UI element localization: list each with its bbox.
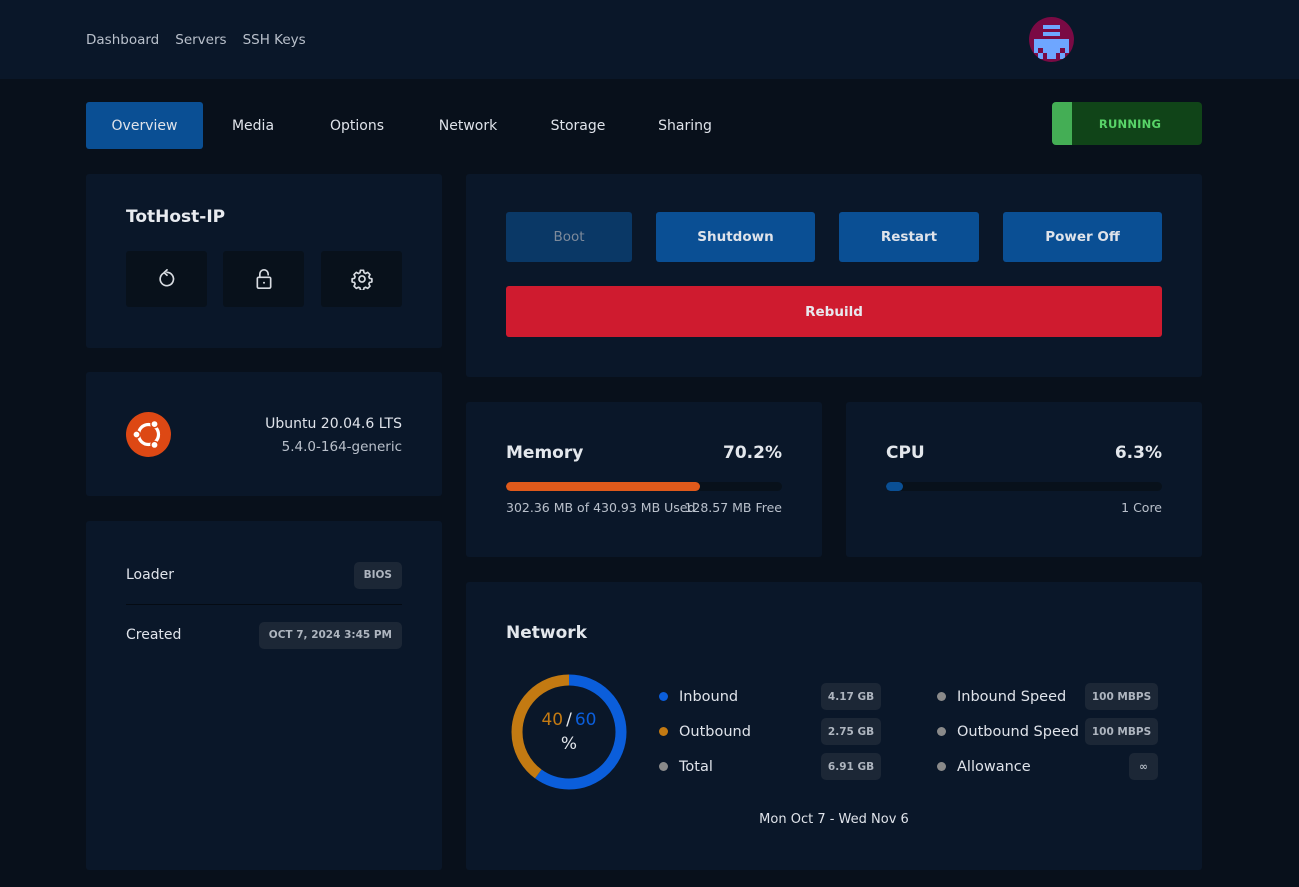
cpu-title: CPU bbox=[886, 443, 925, 463]
cpu-percent: 6.3% bbox=[1114, 443, 1162, 463]
outbound-value: 2.75 GB bbox=[821, 718, 881, 745]
user-avatar[interactable] bbox=[1029, 17, 1074, 62]
allowance-value: ∞ bbox=[1129, 753, 1158, 780]
inbound-speed-dot bbox=[937, 692, 946, 701]
legend-inbound: Inbound bbox=[659, 683, 738, 710]
gear-icon bbox=[350, 269, 373, 290]
loader-label: Loader bbox=[126, 567, 174, 583]
unlock-icon bbox=[256, 269, 271, 289]
cpu-card: CPU 6.3% 1 Core bbox=[846, 402, 1202, 557]
settings-button[interactable] bbox=[321, 251, 402, 307]
memory-free: 128.57 MB Free bbox=[684, 500, 782, 515]
outbound-speed-label: Outbound Speed bbox=[957, 723, 1080, 740]
inbound-value: 4.17 GB bbox=[821, 683, 881, 710]
tab-overview[interactable]: Overview bbox=[86, 102, 203, 149]
memory-progress-fill bbox=[506, 482, 700, 491]
info-row-loader: Loader BIOS bbox=[126, 545, 402, 605]
legend-allowance: Allowance bbox=[937, 753, 1031, 780]
pixel-invader-avatar-icon bbox=[1034, 25, 1069, 59]
status-indicator-bar bbox=[1052, 102, 1072, 145]
reinstall-button[interactable] bbox=[126, 251, 207, 307]
legend-outbound: Outbound bbox=[659, 718, 751, 745]
lock-button[interactable] bbox=[223, 251, 304, 307]
server-name: TotHost-IP bbox=[126, 207, 226, 227]
legend-total: Total bbox=[659, 753, 713, 780]
ubuntu-icon bbox=[126, 412, 171, 457]
allowance-dot bbox=[937, 762, 946, 771]
shutdown-button[interactable]: Shutdown bbox=[656, 212, 815, 262]
donut-inbound-pct: 60 bbox=[574, 710, 597, 730]
legend-outbound-speed: Outbound Speed bbox=[937, 718, 1079, 745]
info-row-created: Created OCT 7, 2024 3:45 PM bbox=[126, 605, 402, 665]
memory-percent: 70.2% bbox=[723, 443, 782, 463]
server-card: TotHost-IP bbox=[86, 174, 442, 348]
tab-network[interactable]: Network bbox=[411, 102, 525, 149]
restart-button[interactable]: Restart bbox=[839, 212, 979, 262]
memory-title: Memory bbox=[506, 443, 584, 463]
nav-ssh-keys[interactable]: SSH Keys bbox=[243, 32, 306, 48]
memory-used: 302.36 MB of 430.93 MB Used bbox=[506, 500, 696, 515]
network-title: Network bbox=[506, 623, 587, 643]
server-tabs: Overview Media Options Network Storage S… bbox=[86, 102, 739, 149]
os-kernel: 5.4.0-164-generic bbox=[281, 439, 402, 455]
cpu-progress-fill bbox=[886, 482, 904, 491]
status-badge: RUNNING bbox=[1052, 102, 1202, 145]
donut-center-label: 40/60 % bbox=[510, 673, 628, 791]
cpu-progress-track bbox=[886, 482, 1162, 491]
top-nav: Dashboard Servers SSH Keys bbox=[86, 32, 306, 48]
created-label: Created bbox=[126, 627, 182, 643]
info-card: Loader BIOS Created OCT 7, 2024 3:45 PM bbox=[86, 521, 442, 870]
boot-button[interactable]: Boot bbox=[506, 212, 632, 262]
outbound-dot bbox=[659, 727, 668, 736]
legend-inbound-speed: Inbound Speed bbox=[937, 683, 1066, 710]
created-badge: OCT 7, 2024 3:45 PM bbox=[258, 621, 402, 649]
tab-storage[interactable]: Storage bbox=[525, 102, 631, 149]
status-text: RUNNING bbox=[1098, 116, 1162, 131]
rebuild-button[interactable]: Rebuild bbox=[506, 286, 1162, 337]
total-value: 6.91 GB bbox=[821, 753, 881, 780]
allowance-label: Allowance bbox=[957, 758, 1031, 775]
memory-card: Memory 70.2% 302.36 MB of 430.93 MB Used… bbox=[466, 402, 822, 557]
memory-progress-track bbox=[506, 482, 782, 491]
top-navbar: Dashboard Servers SSH Keys bbox=[0, 0, 1299, 79]
inbound-speed-value: 100 MBPS bbox=[1085, 683, 1158, 710]
inbound-speed-label: Inbound Speed bbox=[957, 688, 1067, 705]
nav-servers[interactable]: Servers bbox=[175, 32, 226, 48]
date-range: Mon Oct 7 - Wed Nov 6 bbox=[759, 812, 909, 827]
donut-outbound-pct: 40 bbox=[541, 710, 564, 730]
donut-unit: % bbox=[560, 734, 578, 754]
cpu-cores: 1 Core bbox=[1121, 500, 1162, 515]
os-card: Ubuntu 20.04.6 LTS 5.4.0-164-generic bbox=[86, 372, 442, 496]
donut-separator: / bbox=[566, 710, 572, 730]
restart-icon bbox=[158, 269, 174, 287]
tab-sharing[interactable]: Sharing bbox=[631, 102, 739, 149]
legend-total-label: Total bbox=[679, 758, 713, 775]
legend-inbound-label: Inbound bbox=[679, 688, 739, 705]
total-dot bbox=[659, 762, 668, 771]
inbound-dot bbox=[659, 692, 668, 701]
nav-dashboard[interactable]: Dashboard bbox=[86, 32, 159, 48]
power-card: Boot Shutdown Restart Power Off Rebuild bbox=[466, 174, 1202, 377]
network-card: Network 40/60 % Inbound 4.17 GB Outbound… bbox=[466, 582, 1202, 870]
outbound-speed-dot bbox=[937, 727, 946, 736]
os-name: Ubuntu 20.04.6 LTS bbox=[265, 416, 402, 432]
tab-options[interactable]: Options bbox=[303, 102, 411, 149]
outbound-speed-value: 100 MBPS bbox=[1085, 718, 1158, 745]
power-off-button[interactable]: Power Off bbox=[1003, 212, 1162, 262]
tab-media[interactable]: Media bbox=[203, 102, 303, 149]
loader-badge: BIOS bbox=[353, 561, 402, 589]
legend-outbound-label: Outbound bbox=[679, 723, 751, 740]
